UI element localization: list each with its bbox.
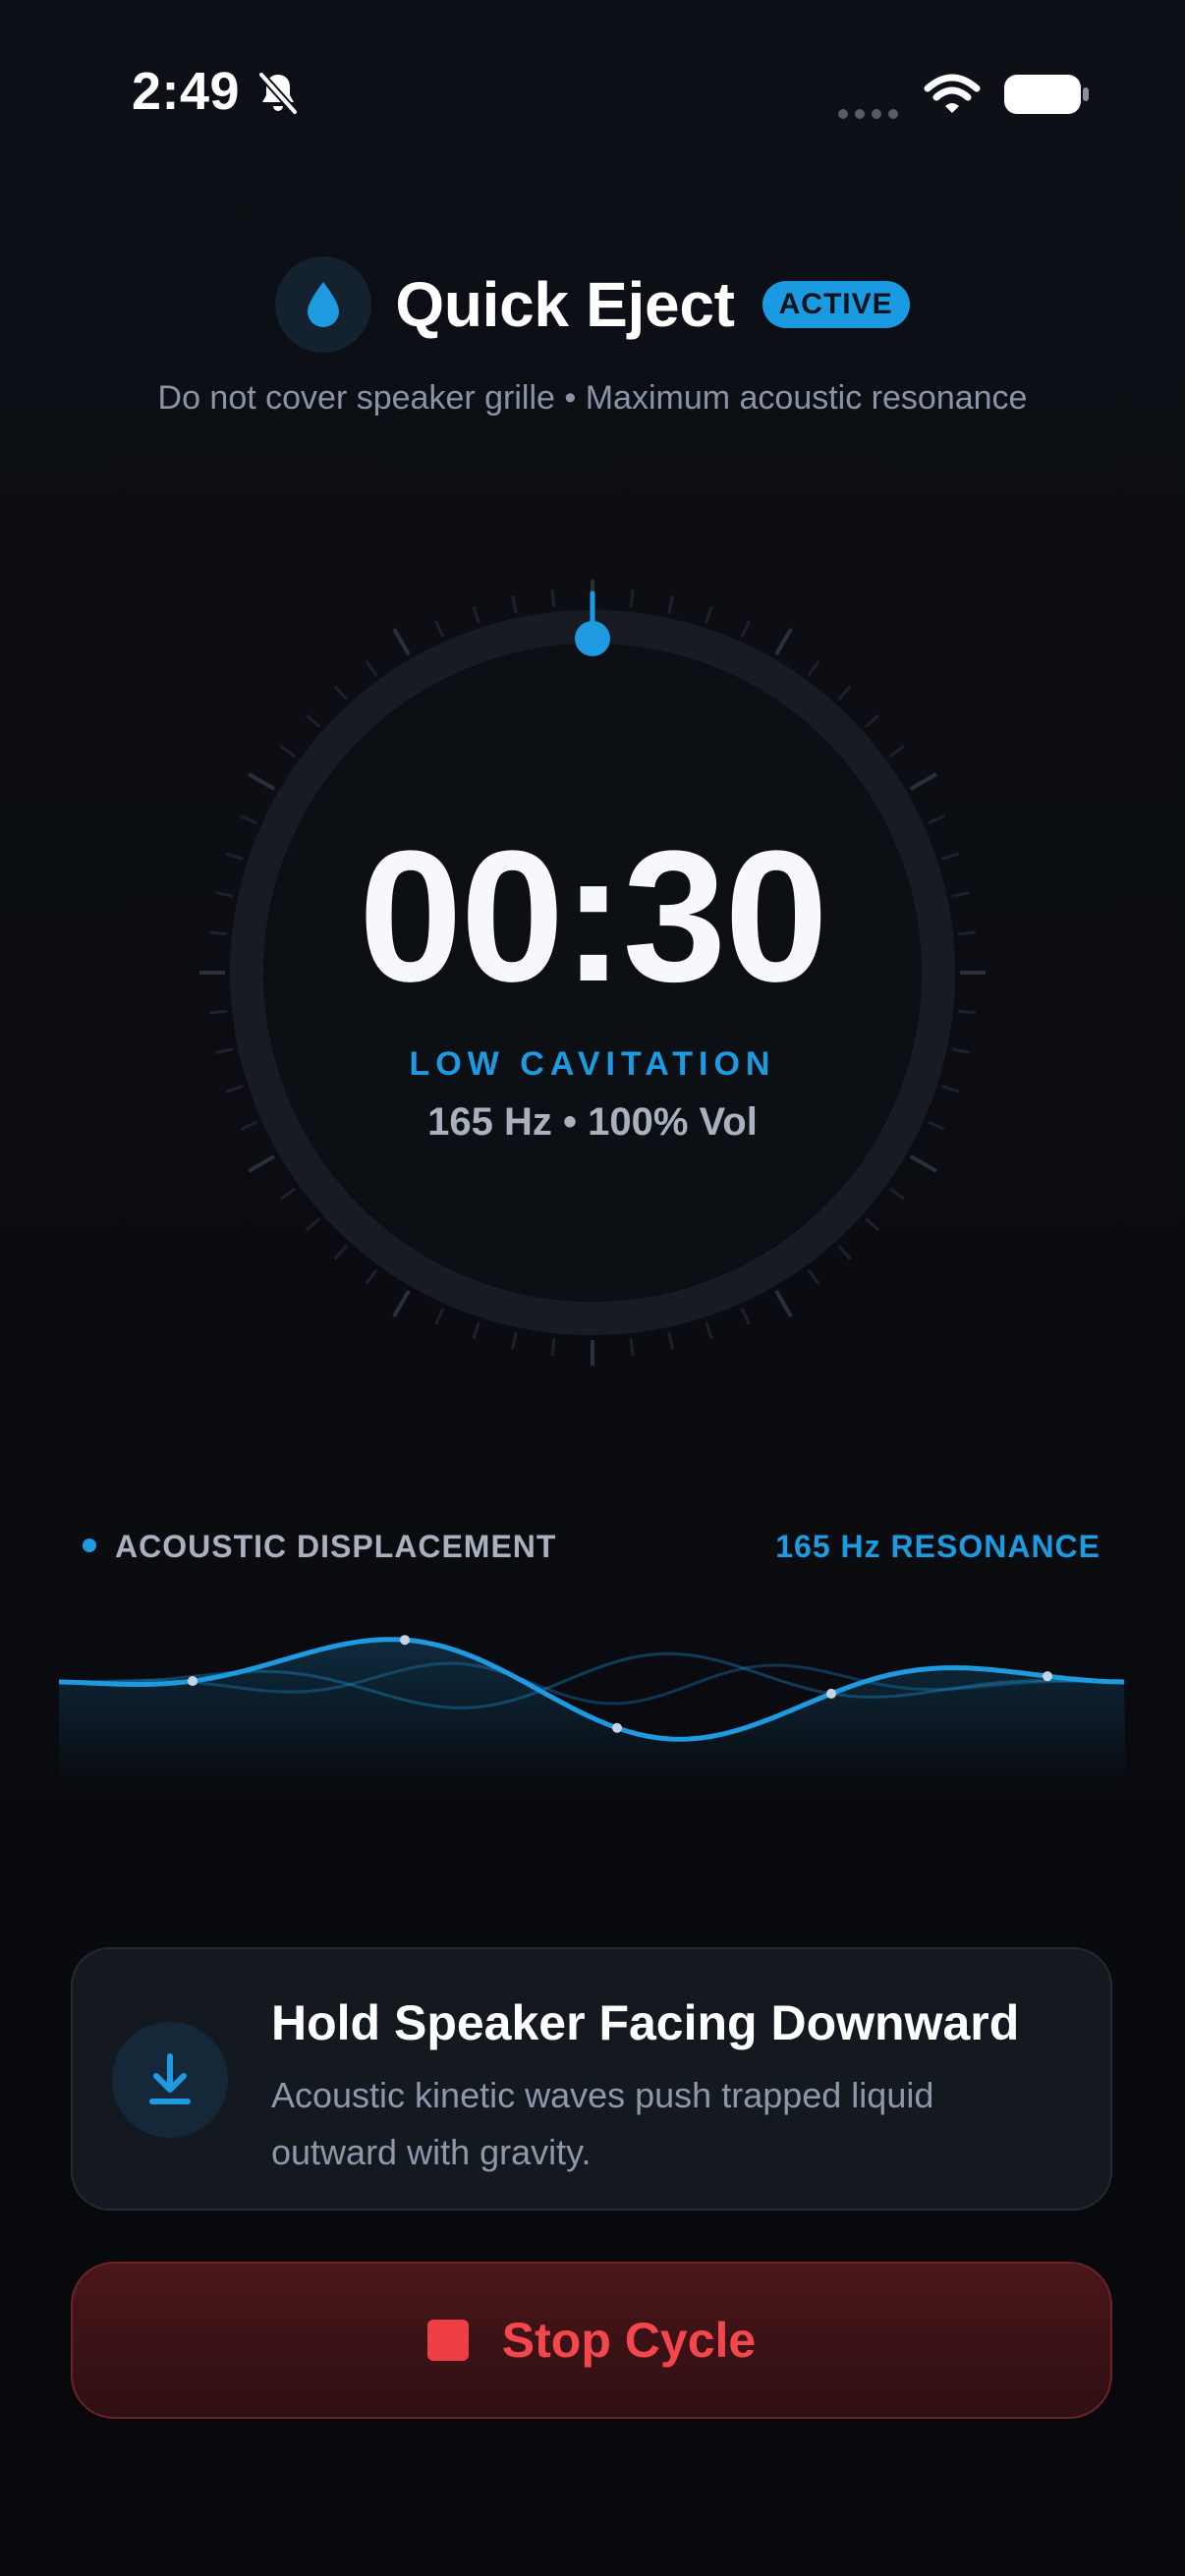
waveform-title: ACOUSTIC DISPLACEMENT bbox=[115, 1529, 557, 1564]
header: Quick Eject ACTIVE bbox=[0, 253, 1185, 356]
dial-progress-knob[interactable] bbox=[575, 621, 610, 656]
dial-tick bbox=[888, 1187, 906, 1201]
dial-tick bbox=[941, 1085, 960, 1093]
dial-tick bbox=[208, 1009, 228, 1015]
dial-tick bbox=[511, 595, 518, 614]
waveform-sample-point bbox=[400, 1635, 410, 1646]
dial-tick bbox=[392, 1289, 411, 1317]
waveform-sample-point bbox=[826, 1688, 836, 1699]
status-badge: ACTIVE bbox=[762, 281, 910, 328]
dial-tick bbox=[225, 1085, 244, 1093]
dial-tick bbox=[909, 772, 937, 791]
stop-cycle-button[interactable]: Stop Cycle bbox=[71, 2262, 1112, 2419]
dial-tick bbox=[837, 685, 852, 701]
dial-tick bbox=[774, 1289, 793, 1317]
dial-tick bbox=[629, 1337, 635, 1357]
download-arrow-icon bbox=[149, 2053, 191, 2104]
instruction-title: Hold Speaker Facing Downward bbox=[271, 1995, 1020, 2050]
waveform-sample-point bbox=[188, 1676, 198, 1687]
dial-tick bbox=[550, 1337, 556, 1357]
dial-tick bbox=[864, 1217, 880, 1232]
countdown-timer: 00:30 bbox=[359, 812, 828, 1021]
dial-tick bbox=[434, 1308, 445, 1325]
dial-tick bbox=[472, 605, 480, 624]
water-drop-icon-badge bbox=[275, 256, 372, 353]
resonance-label: 165 Hz RESONANCE bbox=[775, 1529, 1100, 1564]
dial-tick bbox=[305, 1217, 321, 1232]
dial-tick bbox=[957, 1009, 977, 1015]
download-arrow-icon-badge bbox=[112, 2022, 228, 2138]
dial-tick bbox=[472, 1321, 480, 1340]
live-indicator-dot bbox=[83, 1539, 96, 1552]
mode-label: LOW CAVITATION bbox=[409, 1045, 776, 1083]
page-title: Quick Eject bbox=[395, 269, 735, 340]
dial-tick bbox=[279, 745, 297, 758]
dial-tick bbox=[909, 1154, 937, 1173]
signal-dots-icon bbox=[838, 109, 898, 119]
dial-tick bbox=[550, 588, 556, 608]
stop-square-icon bbox=[426, 2320, 469, 2361]
dial-tick bbox=[888, 745, 906, 758]
dial-tick bbox=[705, 1321, 713, 1340]
waveform-sample-point bbox=[1043, 1671, 1052, 1682]
battery-icon bbox=[1004, 75, 1089, 114]
dial-tick bbox=[365, 1268, 378, 1286]
subtitle: Do not cover speaker grille • Maximum ac… bbox=[157, 379, 1028, 417]
dial-tick bbox=[807, 1268, 820, 1286]
dial-tick bbox=[705, 605, 713, 624]
dial-tick bbox=[434, 620, 445, 638]
dial-tick bbox=[667, 1331, 674, 1350]
status-time: 2:49 bbox=[132, 62, 241, 121]
dial-tick bbox=[667, 595, 674, 614]
stop-cycle-label: Stop Cycle bbox=[501, 2313, 757, 2368]
dial-tick bbox=[740, 1308, 751, 1325]
dial-tick bbox=[333, 1244, 348, 1260]
dial-tick bbox=[774, 628, 793, 656]
dial-tick bbox=[248, 772, 276, 791]
waveform-area bbox=[59, 1639, 1126, 1788]
waveform-sample-point bbox=[612, 1722, 622, 1733]
dial-tick bbox=[740, 620, 751, 638]
acoustic-waveform bbox=[59, 1635, 1126, 1788]
dial-tick bbox=[279, 1187, 297, 1201]
dial-tick bbox=[240, 814, 257, 825]
dial-tick bbox=[511, 1331, 518, 1350]
dial-tick bbox=[333, 685, 348, 701]
water-drop-icon bbox=[308, 282, 340, 327]
dial-tick bbox=[837, 1244, 852, 1260]
dial-tick bbox=[392, 628, 411, 656]
bell-slash-icon bbox=[258, 72, 298, 115]
dial-tick bbox=[365, 659, 378, 677]
dial-tick bbox=[305, 713, 321, 728]
dial-tick bbox=[864, 713, 880, 728]
dial-tick bbox=[248, 1154, 276, 1173]
dial-tick bbox=[807, 659, 820, 677]
instruction-body: Acoustic kinetic waves push trapped liqu… bbox=[271, 2075, 934, 2172]
dial-tick bbox=[629, 588, 635, 608]
frequency-volume-label: 165 Hz • 100% Vol bbox=[427, 1100, 758, 1144]
wifi-icon bbox=[924, 74, 981, 113]
dial-tick bbox=[928, 814, 945, 825]
